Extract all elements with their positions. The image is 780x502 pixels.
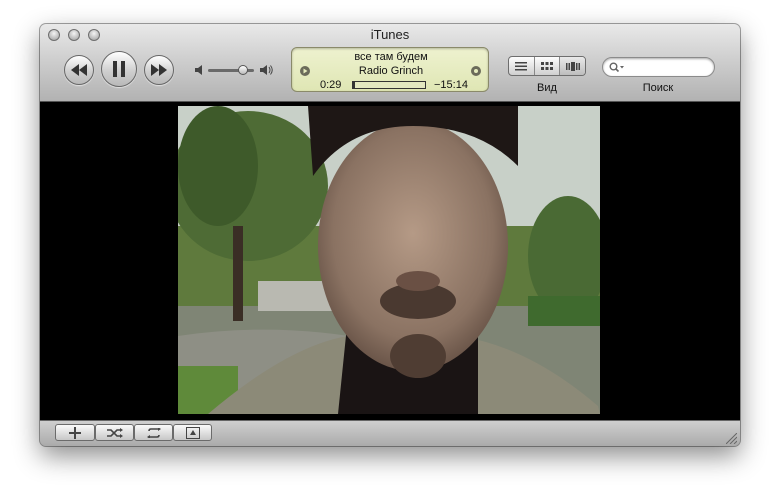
search-field[interactable] <box>602 57 715 77</box>
next-button[interactable] <box>144 55 174 85</box>
video-frame[interactable] <box>178 106 600 414</box>
search-input[interactable] <box>627 60 711 76</box>
volume-slider[interactable] <box>208 65 254 75</box>
bottom-bar <box>40 420 740 446</box>
video-area <box>40 102 740 420</box>
speaker-low-icon <box>195 65 202 75</box>
shuffle-button[interactable] <box>95 424 134 441</box>
progress-fill <box>353 82 356 88</box>
view-grid-button[interactable] <box>535 57 561 75</box>
volume-knob[interactable] <box>237 65 248 75</box>
progress-bar[interactable] <box>352 81 426 89</box>
play-pause-button[interactable] <box>101 51 137 87</box>
window-title: iTunes <box>370 27 410 42</box>
fast-forward-icon <box>151 64 167 76</box>
now-playing-display: все там будем Radio Grinch 0:29 −15:14 <box>291 47 489 92</box>
view-list-button[interactable] <box>509 57 535 75</box>
itunes-window: iTunes все там будем Radio Grinch 0:29 −… <box>40 24 740 446</box>
shuffle-icon <box>106 427 123 438</box>
view-coverflow-button[interactable] <box>560 57 585 75</box>
repeat-button[interactable] <box>134 424 173 441</box>
video-image <box>178 106 600 414</box>
add-playlist-button[interactable] <box>55 424 95 441</box>
artwork-icon <box>185 426 200 439</box>
repeat-icon <box>146 427 161 438</box>
plus-icon <box>69 426 81 439</box>
speaker-high-icon <box>260 65 273 75</box>
rewind-icon <box>71 64 87 76</box>
track-artist: Radio Grinch <box>358 65 424 77</box>
grid-view-icon <box>541 61 553 70</box>
resize-grip-icon[interactable] <box>726 433 737 444</box>
show-artwork-button[interactable] <box>173 424 212 441</box>
remaining-time[interactable]: −15:14 <box>434 79 468 91</box>
cover-flow-icon <box>565 61 580 71</box>
track-title: все там будем <box>354 51 428 63</box>
view-label: Вид <box>537 82 557 94</box>
search-label: Поиск <box>642 82 674 94</box>
toolbar: iTunes все там будем Radio Grinch 0:29 −… <box>40 24 740 102</box>
pause-icon <box>113 61 125 77</box>
list-view-icon <box>515 61 528 70</box>
view-segmented-control[interactable] <box>508 56 586 76</box>
search-icon <box>609 62 624 73</box>
previous-button[interactable] <box>64 55 94 85</box>
elapsed-time: 0:29 <box>320 79 342 91</box>
